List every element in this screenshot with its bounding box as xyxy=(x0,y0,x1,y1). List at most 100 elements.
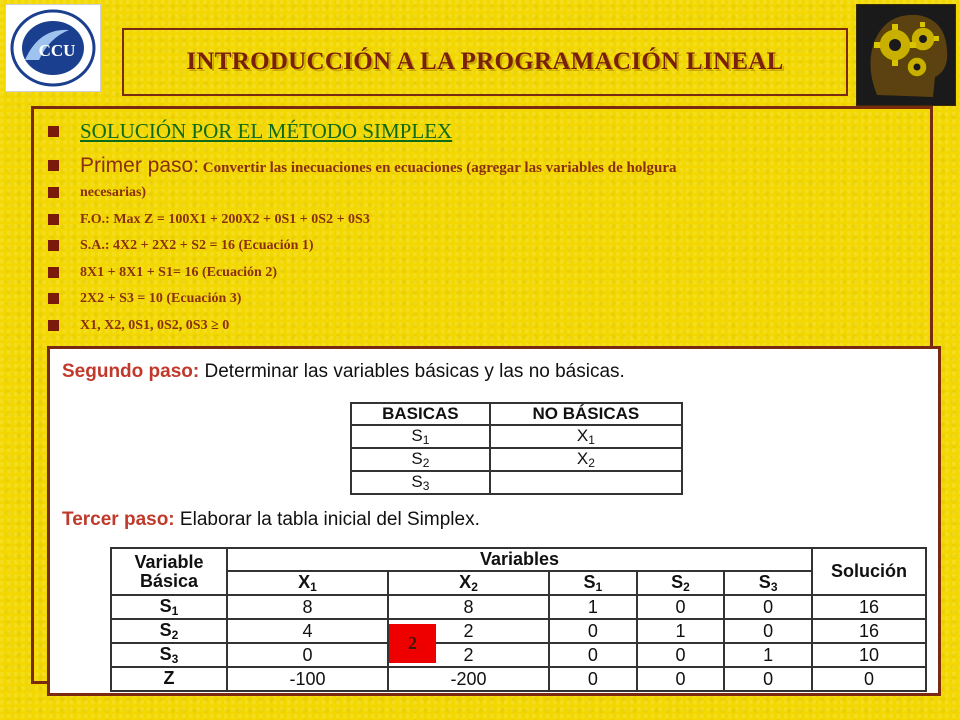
step3-label: Tercer paso: xyxy=(62,509,175,530)
bullet-sa: S.A.: 4X2 + 2X2 + S2 = 16 (Ecuación 1) xyxy=(48,233,908,260)
var-subscript: 3 xyxy=(770,580,778,594)
bullet-square-icon xyxy=(48,126,59,137)
cell-sub: 2 xyxy=(588,456,595,470)
cell-var: S xyxy=(411,449,423,468)
table-cell: 0 xyxy=(548,618,638,644)
col-basica-line2: Básica xyxy=(139,570,199,591)
table-cell: 1 xyxy=(548,594,638,620)
brain-gears-image xyxy=(856,4,956,106)
row-var-symbol: S xyxy=(159,596,172,616)
col-var-3: S2 xyxy=(635,570,726,596)
bullet-square-icon xyxy=(48,293,59,304)
cell-sub: 3 xyxy=(422,479,430,493)
cell-var: S xyxy=(411,426,423,445)
bullet-nonneg: X1, X2, 0S1, 0S2, 0S3 ≥ 0 xyxy=(48,313,908,340)
ccu-logo: CCU xyxy=(5,4,101,92)
cell-sub: 1 xyxy=(422,433,430,447)
objective-function: F.O.: Max Z = 100X1 + 200X2 + 0S1 + 0S2 … xyxy=(80,211,370,227)
table-cell: 16 xyxy=(811,594,927,620)
table-cell: 0 xyxy=(723,666,813,692)
row-var-subscript: 3 xyxy=(171,652,179,666)
table-cell: 4 xyxy=(225,618,390,644)
bullet-square-icon xyxy=(48,266,59,278)
table-row: S2 X2 xyxy=(350,447,684,472)
variable-header-row: X1 X2 S1 S2 S3 xyxy=(111,570,926,596)
title-box: INTRODUCCIÓN A LA PROGRAMACIÓN LINEAL xyxy=(122,28,848,96)
constraint-1: S.A.: 4X2 + 2X2 + S2 = 16 (Ecuación 1) xyxy=(80,238,314,253)
non-negativity: X1, X2, 0S1, 0S2, 0S3 ≥ 0 xyxy=(80,317,230,333)
constraint-2: 8X1 + 8X1 + S1= 16 (Ecuación 2) xyxy=(80,264,277,280)
row-var-symbol: Z xyxy=(163,668,175,688)
bullet-eq2: 8X1 + 8X1 + S1= 16 (Ecuación 2) xyxy=(48,260,908,287)
row-header: S3 xyxy=(110,642,228,668)
bullet-square-icon xyxy=(48,319,59,331)
bullet-square-icon xyxy=(48,160,59,171)
step3-text: Elaborar la tabla inicial del Simplex. xyxy=(174,509,480,530)
table-cell: 0 xyxy=(723,618,813,644)
method-heading-link[interactable]: SOLUCIÓN POR EL MÉTODO SIMPLEX xyxy=(80,119,452,143)
simplex-steps-image: Segundo paso: Determinar las variables b… xyxy=(47,346,941,696)
table-row: S2 4 2 0 1 0 16 xyxy=(110,618,927,644)
var-symbol: S xyxy=(758,572,771,592)
col-no-basicas: NO BÁSICAS xyxy=(488,402,684,426)
col-basicas: BASICAS xyxy=(350,402,491,426)
step2-line: Segundo paso: Determinar las variables b… xyxy=(62,361,625,383)
table-row: S1 8 8 1 0 0 16 xyxy=(110,594,927,620)
bullet-eq3: 2X2 + S3 = 10 (Ecuación 3) xyxy=(48,286,908,313)
step1-text: Convertir las inecuaciones en ecuaciones… xyxy=(199,160,677,176)
bullet-list: SOLUCIÓN POR EL MÉTODO SIMPLEX Primer pa… xyxy=(48,116,908,339)
var-subscript: 2 xyxy=(471,580,478,594)
ccu-seal-icon: CCU xyxy=(10,9,96,87)
table-row: S1 X1 xyxy=(350,424,684,449)
table-cell: 0 xyxy=(635,666,726,692)
row-header: S2 xyxy=(110,618,228,644)
cell-var: S xyxy=(411,472,423,491)
row-var-symbol: S xyxy=(159,644,172,664)
col-solucion: Solución xyxy=(811,547,927,596)
table-cell: 0 xyxy=(548,642,638,668)
col-variable-line1: Variable xyxy=(134,551,204,572)
step1-continuation: necesarias) xyxy=(80,185,147,200)
step2-text: Determinar las variables básicas y las n… xyxy=(199,361,625,382)
var-symbol: X xyxy=(298,572,311,592)
col-var-0: X1 xyxy=(225,570,390,596)
table-cell: 0 xyxy=(548,666,638,692)
row-var-symbol: S xyxy=(159,620,172,640)
col-variables-group: Variables xyxy=(226,547,813,572)
step2-label: Segundo paso: xyxy=(62,361,200,382)
bullet-step1: Primer paso: Convertir las inecuaciones … xyxy=(48,152,908,180)
table-cell: -100 xyxy=(225,666,390,692)
table-cell: 0 xyxy=(723,594,813,620)
table-cell: -200 xyxy=(387,666,551,692)
bullet-heading: SOLUCIÓN POR EL MÉTODO SIMPLEX xyxy=(48,116,908,152)
col-variable-basica: Variable Básica xyxy=(110,547,228,596)
var-symbol: S xyxy=(583,572,596,592)
table-cell: 1 xyxy=(723,642,813,668)
bullet-square-icon xyxy=(48,187,59,198)
table-cell: 0 xyxy=(811,666,927,692)
step1-label: Primer paso: xyxy=(80,154,200,177)
table-row: S3 0 2 0 0 1 10 xyxy=(110,642,927,668)
table-row: Z -100 -200 0 0 0 0 xyxy=(110,666,927,692)
row-header: Z xyxy=(110,666,228,692)
constraint-3: 2X2 + S3 = 10 (Ecuación 3) xyxy=(80,291,242,306)
step3-line: Tercer paso: Elaborar la tabla inicial d… xyxy=(62,509,480,531)
bullet-square-icon xyxy=(48,213,59,225)
table-cell: 8 xyxy=(387,594,551,620)
bullet-fo: F.O.: Max Z = 100X1 + 200X2 + 0S1 + 0S2 … xyxy=(48,207,908,234)
table-cell: 0 xyxy=(635,594,726,620)
var-symbol: S xyxy=(671,572,684,592)
table-cell: 0 xyxy=(635,642,726,668)
row-var-subscript: 2 xyxy=(171,628,179,642)
cell-sub: 1 xyxy=(588,433,595,447)
cell-var: X xyxy=(576,449,589,468)
table-cell: 8 xyxy=(225,594,390,620)
table-cell: 16 xyxy=(811,618,927,644)
initial-simplex-table: Variable Básica Variables Solución X1 X2 S… xyxy=(110,547,927,692)
bullet-square-icon xyxy=(48,240,59,251)
gears-icon xyxy=(857,5,955,105)
cell-var: X xyxy=(576,426,589,445)
slide-title: INTRODUCCIÓN A LA PROGRAMACIÓN LINEAL xyxy=(186,48,784,75)
var-subscript: 2 xyxy=(683,580,690,594)
col-var-4: S3 xyxy=(723,570,813,596)
